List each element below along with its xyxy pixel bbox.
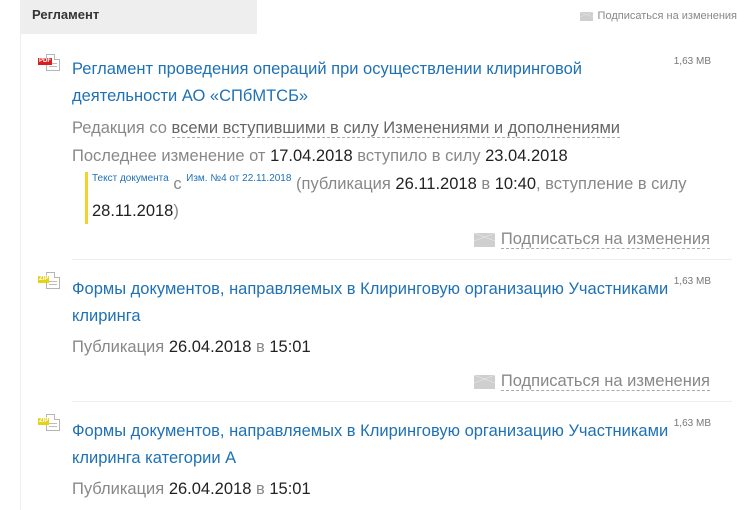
section-title: Регламент (32, 7, 100, 22)
envelope-icon (473, 374, 495, 389)
pdf-file-icon: PDF (38, 54, 64, 76)
publication-date: 26.04.2018 (168, 480, 252, 498)
publication-time: 15:01 (269, 338, 311, 356)
document-item: PDF 1,63 MB Регламент проведения операци… (21, 34, 737, 260)
section-header: Регламент Подписаться на изменения (0, 0, 737, 34)
section-tab[interactable]: Регламент (20, 0, 257, 34)
amendment-publication-date: 26.11.2018 (395, 175, 477, 193)
subscribe-label: Подписаться на изменения (500, 230, 710, 249)
section-subscribe-link[interactable]: Подписаться на изменения (579, 10, 737, 22)
publication-row: Публикация 26.04.2018 в 15:01 (72, 480, 311, 498)
document-title-link[interactable]: Формы документов, направляемых в Клиринг… (72, 418, 672, 472)
zip-file-icon: ZIP (38, 414, 64, 436)
document-title-link[interactable]: Регламент проведения операций при осущес… (72, 56, 672, 110)
subscribe-link[interactable]: Подписаться на изменения (473, 372, 710, 391)
document-list: PDF 1,63 MB Регламент проведения операци… (20, 34, 737, 510)
amendment-link[interactable]: Изм. №4 от 22.11.2018 (186, 173, 291, 184)
effective-date: 23.04.2018 (485, 147, 568, 165)
file-size: 1,63 MB (673, 56, 711, 67)
document-item: ZIP 1,63 MB Формы документов, направляем… (21, 260, 737, 402)
edition-row: Редакция со всеми вступившими в силу Изм… (72, 119, 621, 138)
amendment-block: Текст документа с Изм. №4 от 22.11.2018 … (85, 172, 725, 224)
last-change-date: 17.04.2018 (270, 147, 353, 165)
publication-row: Публикация 26.04.2018 в 15:01 (72, 338, 311, 356)
document-item: ZIP 1,63 MB Формы документов, направляем… (21, 402, 737, 510)
file-size: 1,63 MB (673, 418, 711, 429)
document-text-link[interactable]: Текст документа (92, 173, 169, 184)
subscribe-link[interactable]: Подписаться на изменения (473, 230, 710, 249)
document-title-link[interactable]: Формы документов, направляемых в Клиринг… (72, 276, 672, 330)
publication-date: 26.04.2018 (168, 338, 252, 356)
zip-file-icon: ZIP (38, 272, 64, 294)
file-size: 1,63 MB (673, 276, 711, 287)
publication-time: 15:01 (269, 480, 311, 498)
section-subscribe-label: Подписаться на изменения (597, 10, 737, 22)
last-change-row: Последнее изменение от 17.04.2018 вступи… (72, 147, 568, 165)
envelope-icon (473, 232, 495, 247)
envelope-icon (579, 11, 593, 21)
amendment-entry-date: 28.11.2018 (92, 202, 174, 220)
subscribe-label: Подписаться на изменения (500, 372, 710, 391)
edition-link[interactable]: всеми вступившими в силу Изменениями и д… (171, 119, 621, 138)
amendment-publication-time: 10:40 (494, 175, 537, 193)
